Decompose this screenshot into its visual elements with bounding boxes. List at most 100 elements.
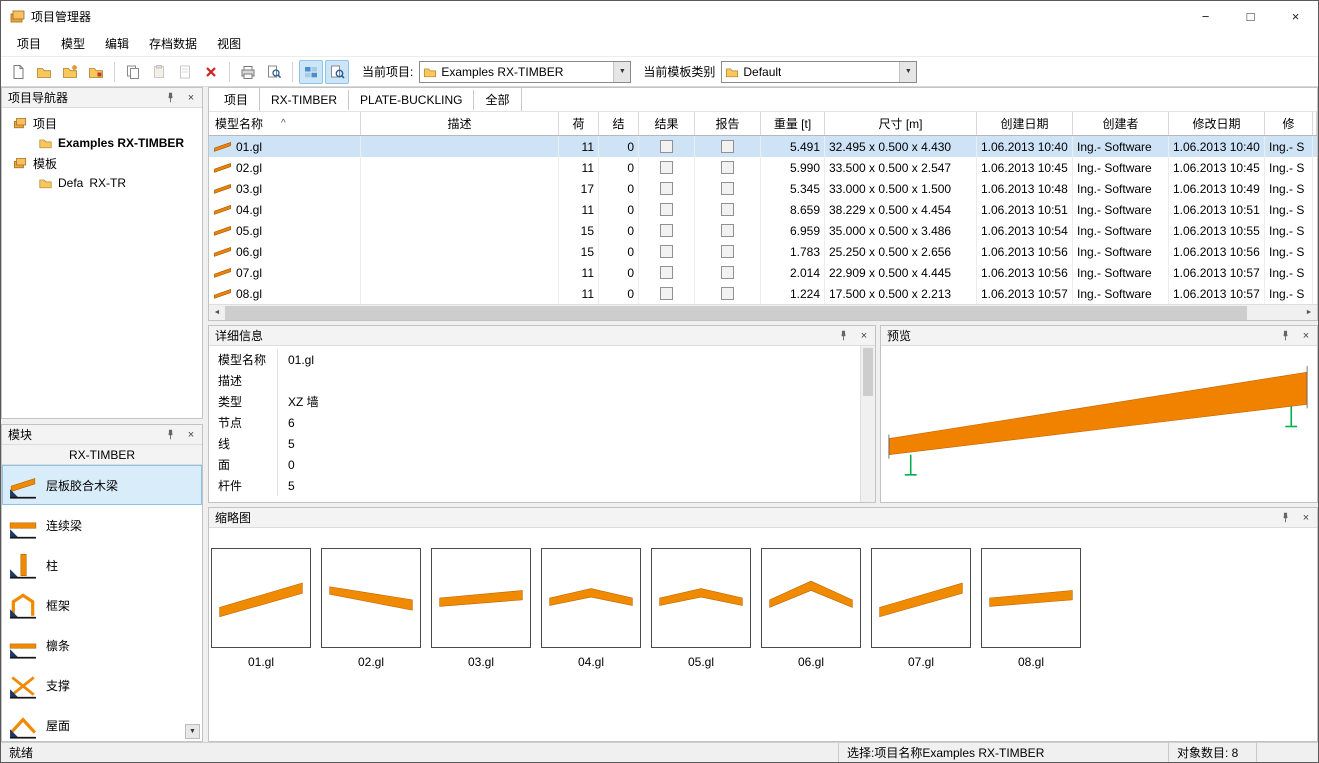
close-icon[interactable]: ×: [184, 91, 198, 105]
column-header-modifier[interactable]: 修: [1265, 112, 1313, 135]
copy-button[interactable]: [121, 60, 145, 84]
chevron-down-icon[interactable]: ▼: [613, 62, 630, 82]
module-item-roof[interactable]: 屋面: [2, 705, 202, 741]
tree-node-root[interactable]: 模板: [4, 153, 200, 173]
pin-icon[interactable]: [836, 329, 850, 343]
column-header-model-name[interactable]: 模型名称^: [209, 112, 361, 135]
column-header-dimensions[interactable]: 尺寸 [m]: [825, 112, 977, 135]
tab-rx-timber[interactable]: RX-TIMBER: [260, 90, 349, 110]
close-icon[interactable]: ×: [1299, 329, 1313, 343]
print-button[interactable]: [236, 60, 260, 84]
thumbnail-item[interactable]: 05.gl: [651, 548, 751, 669]
column-header-created-date[interactable]: 创建日期: [977, 112, 1073, 135]
menu-model[interactable]: 模型: [51, 31, 95, 56]
close-icon[interactable]: ×: [857, 329, 871, 343]
module-item-frame[interactable]: 框架: [2, 585, 202, 625]
thumbnail-item[interactable]: 04.gl: [541, 548, 641, 669]
column-header-description[interactable]: 描述: [361, 112, 559, 135]
results-checkbox[interactable]: [660, 224, 673, 237]
results-checkbox[interactable]: [660, 182, 673, 195]
report-checkbox[interactable]: [721, 287, 734, 300]
results-checkbox[interactable]: [660, 245, 673, 258]
scroll-left-icon[interactable]: ◄: [209, 305, 225, 321]
table-row[interactable]: 03.gl1705.34533.000 x 0.500 x 1.5001.06.…: [209, 178, 1317, 199]
open-folder-button[interactable]: [32, 60, 56, 84]
pin-icon[interactable]: [1278, 511, 1292, 525]
menu-edit[interactable]: 编辑: [95, 31, 139, 56]
scrollbar-track[interactable]: [225, 305, 1301, 321]
chevron-down-icon[interactable]: ▼: [899, 62, 916, 82]
thumbnail-image[interactable]: [541, 548, 641, 648]
thumbnail-item[interactable]: 08.gl: [981, 548, 1081, 669]
scrollbar-thumb[interactable]: [225, 306, 1247, 320]
thumbnail-item[interactable]: 06.gl: [761, 548, 861, 669]
details-view-button[interactable]: [299, 60, 323, 84]
delete-button[interactable]: [199, 60, 223, 84]
thumbnail-item[interactable]: 07.gl: [871, 548, 971, 669]
paste-button[interactable]: [147, 60, 171, 84]
thumbnail-item[interactable]: 01.gl: [211, 548, 311, 669]
table-row[interactable]: 05.gl1506.95935.000 x 0.500 x 3.4861.06.…: [209, 220, 1317, 241]
new-folder-button[interactable]: [58, 60, 82, 84]
scrollbar-thumb[interactable]: [863, 348, 873, 396]
table-row[interactable]: 06.gl1501.78325.250 x 0.500 x 2.6561.06.…: [209, 241, 1317, 262]
module-item-column[interactable]: 柱: [2, 545, 202, 585]
column-header-weight[interactable]: 重量 [t]: [761, 112, 825, 135]
print-preview-button[interactable]: [262, 60, 286, 84]
tree-node-child[interactable]: Examples RX-TIMBER: [4, 133, 200, 153]
scroll-down-button[interactable]: ▼: [185, 724, 200, 739]
thumbnail-image[interactable]: [981, 548, 1081, 648]
close-icon[interactable]: ×: [1299, 511, 1313, 525]
thumbnail-image[interactable]: [211, 548, 311, 648]
thumbnail-image[interactable]: [871, 548, 971, 648]
thumbnails-view-button[interactable]: [325, 60, 349, 84]
close-button[interactable]: ×: [1273, 1, 1318, 31]
new-document-button[interactable]: [6, 60, 30, 84]
table-row[interactable]: 02.gl1105.99033.500 x 0.500 x 2.5471.06.…: [209, 157, 1317, 178]
tab-plate-buckling[interactable]: PLATE-BUCKLING: [349, 90, 474, 110]
report-checkbox[interactable]: [721, 182, 734, 195]
table-row[interactable]: 08.gl1101.22417.500 x 0.500 x 2.2131.06.…: [209, 283, 1317, 304]
report-checkbox[interactable]: [721, 140, 734, 153]
table-row[interactable]: 07.gl1102.01422.909 x 0.500 x 4.4451.06.…: [209, 262, 1317, 283]
column-header-report[interactable]: 报告: [695, 112, 761, 135]
current-project-combobox[interactable]: Examples RX-TIMBER ▼: [419, 61, 631, 83]
duplicate-button[interactable]: [173, 60, 197, 84]
pin-icon[interactable]: [163, 91, 177, 105]
module-item-bracing[interactable]: 支撑: [2, 665, 202, 705]
tree-node-root[interactable]: 项目: [4, 113, 200, 133]
menu-view[interactable]: 视图: [207, 31, 251, 56]
column-header-load-cases[interactable]: 荷: [559, 112, 599, 135]
results-checkbox[interactable]: [660, 266, 673, 279]
report-checkbox[interactable]: [721, 245, 734, 258]
report-checkbox[interactable]: [721, 266, 734, 279]
report-checkbox[interactable]: [721, 224, 734, 237]
report-checkbox[interactable]: [721, 203, 734, 216]
tab-all[interactable]: 全部: [474, 88, 521, 111]
thumbnail-item[interactable]: 02.gl: [321, 548, 421, 669]
maximize-button[interactable]: □: [1228, 1, 1273, 31]
results-checkbox[interactable]: [660, 140, 673, 153]
results-checkbox[interactable]: [660, 203, 673, 216]
column-header-creator[interactable]: 创建者: [1073, 112, 1169, 135]
column-header-results[interactable]: 结果: [639, 112, 695, 135]
thumbnail-item[interactable]: 03.gl: [431, 548, 531, 669]
table-row[interactable]: 04.gl1108.65938.229 x 0.500 x 4.4541.06.…: [209, 199, 1317, 220]
scroll-right-icon[interactable]: ►: [1301, 305, 1317, 321]
vertical-scrollbar[interactable]: [860, 346, 875, 502]
thumbnail-image[interactable]: [321, 548, 421, 648]
results-checkbox[interactable]: [660, 161, 673, 174]
table-row[interactable]: 01.gl1105.49132.495 x 0.500 x 4.4301.06.…: [209, 136, 1317, 157]
thumbnail-image[interactable]: [761, 548, 861, 648]
module-item-continuous-beam[interactable]: 连续梁: [2, 505, 202, 545]
archive-folder-button[interactable]: [84, 60, 108, 84]
horizontal-scrollbar[interactable]: ◄ ►: [209, 304, 1317, 320]
pin-icon[interactable]: [163, 428, 177, 442]
thumbnail-image[interactable]: [431, 548, 531, 648]
results-checkbox[interactable]: [660, 287, 673, 300]
module-item-glulam-beam[interactable]: 层板胶合木梁: [2, 465, 202, 505]
menu-archive-data[interactable]: 存档数据: [139, 31, 207, 56]
column-header-modified-date[interactable]: 修改日期: [1169, 112, 1265, 135]
report-checkbox[interactable]: [721, 161, 734, 174]
column-header-results-count[interactable]: 结: [599, 112, 639, 135]
